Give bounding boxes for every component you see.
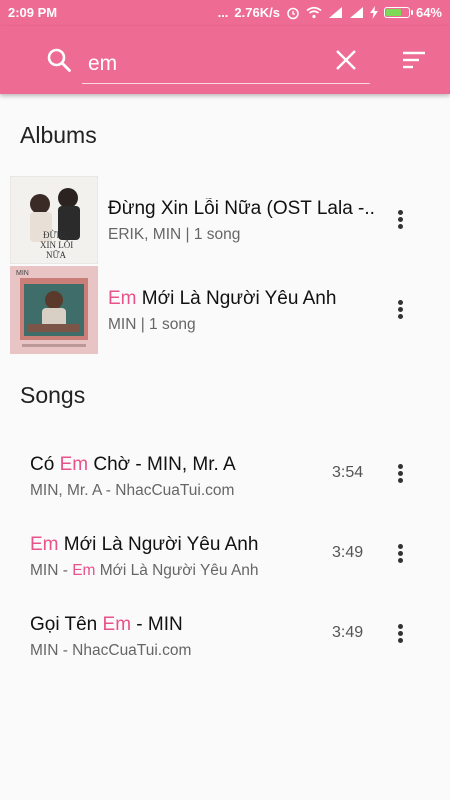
albums-section-title: Albums bbox=[20, 122, 97, 148]
song-title-part: Có bbox=[30, 454, 60, 475]
battery-percent: 64% bbox=[415, 5, 442, 20]
album-subtitle: MIN | 1 song bbox=[108, 316, 196, 333]
song-item[interactable]: Gọi Tên Em - MIN MIN - NhacCuaTui.com 3:… bbox=[0, 614, 450, 694]
status-bar: 2:09 PM ... 2.76K/s 64% bbox=[0, 0, 450, 26]
song-subtitle: MIN - NhacCuaTui.com bbox=[30, 642, 191, 660]
status-icons: ... 2.76K/s 64% bbox=[218, 5, 442, 20]
song-title-part: - MIN bbox=[131, 614, 183, 635]
more-options-icon[interactable] bbox=[390, 542, 410, 568]
song-title-part: Gọi Tên bbox=[30, 614, 103, 635]
search-icon[interactable] bbox=[46, 47, 72, 73]
highlight-match: Em bbox=[59, 454, 89, 475]
highlight-match: Em bbox=[102, 614, 132, 635]
battery-icon bbox=[383, 7, 413, 18]
signal-icon bbox=[328, 7, 342, 18]
highlight-match: Em bbox=[72, 562, 96, 579]
album-item[interactable]: ĐỪNG XIN LỖI NỮA Đừng Xin Lỗi Nữa (OST L… bbox=[0, 176, 450, 264]
cover-text-line-1: MIN bbox=[16, 270, 29, 277]
cover-text-line-3: NỮA bbox=[46, 250, 66, 260]
search-input[interactable] bbox=[82, 44, 370, 84]
highlight-match: Em bbox=[108, 288, 137, 309]
album-subtitle: ERIK, MIN | 1 song bbox=[108, 226, 241, 243]
sort-icon[interactable] bbox=[400, 48, 428, 72]
song-subtitle-part: MIN - NhacCuaTui.com bbox=[30, 642, 192, 659]
song-subtitle: MIN, Mr. A - NhacCuaTui.com bbox=[30, 482, 234, 500]
cover-text-line-2: XIN LỖI bbox=[40, 239, 73, 250]
song-subtitle-part: MIN, Mr. A - NhacCuaTui.com bbox=[30, 482, 235, 499]
status-time: 2:09 PM bbox=[8, 5, 58, 20]
song-title-part: Chờ - MIN, Mr. A bbox=[88, 454, 236, 475]
song-title-part: Mới Là Người Yêu Anh bbox=[58, 534, 259, 555]
album-cover: ĐỪNG XIN LỖI NỮA bbox=[10, 176, 98, 264]
more-options-icon[interactable] bbox=[390, 208, 410, 234]
song-item[interactable]: Em Mới Là Người Yêu Anh MIN - Em Mới Là … bbox=[0, 534, 450, 614]
status-dots: ... bbox=[217, 5, 229, 20]
wifi-icon bbox=[306, 6, 322, 19]
cover-text-line-1: ĐỪNG bbox=[43, 230, 70, 240]
more-options-icon[interactable] bbox=[390, 622, 410, 648]
signal-icon-2 bbox=[349, 7, 363, 18]
song-title: Có Em Chờ - MIN, Mr. A bbox=[30, 454, 236, 476]
song-title: Em Mới Là Người Yêu Anh bbox=[30, 534, 258, 556]
album-title: Đừng Xin Lỗi Nữa (OST Lala -.. bbox=[108, 198, 375, 219]
network-speed: 2.76K/s bbox=[234, 5, 280, 20]
song-duration: 3:54 bbox=[332, 464, 364, 481]
song-subtitle: MIN - Em Mới Là Người Yêu Anh bbox=[30, 562, 259, 580]
song-item[interactable]: Có Em Chờ - MIN, Mr. A MIN, Mr. A - Nhac… bbox=[0, 454, 450, 534]
more-options-icon[interactable] bbox=[390, 462, 410, 488]
song-subtitle-part: Mới Là Người Yêu Anh bbox=[95, 562, 259, 579]
song-subtitle-part: MIN - bbox=[30, 562, 73, 579]
clear-search-button[interactable] bbox=[332, 46, 360, 74]
alarm-icon bbox=[287, 7, 299, 19]
song-duration: 3:49 bbox=[332, 624, 364, 641]
album-title-rest: Mới Là Người Yêu Anh bbox=[136, 288, 337, 309]
songs-section-title: Songs bbox=[20, 382, 86, 408]
song-duration: 3:49 bbox=[332, 544, 364, 561]
song-title: Gọi Tên Em - MIN bbox=[30, 614, 183, 636]
album-cover: MIN bbox=[10, 266, 98, 354]
album-title: Em Mới Là Người Yêu Anh bbox=[108, 288, 378, 310]
highlight-match: Em bbox=[30, 534, 59, 555]
album-item[interactable]: MIN Em Mới Là Người Yêu Anh MIN | 1 song bbox=[0, 266, 450, 354]
more-options-icon[interactable] bbox=[390, 298, 410, 324]
charging-icon bbox=[369, 6, 378, 19]
search-toolbar bbox=[0, 26, 450, 94]
